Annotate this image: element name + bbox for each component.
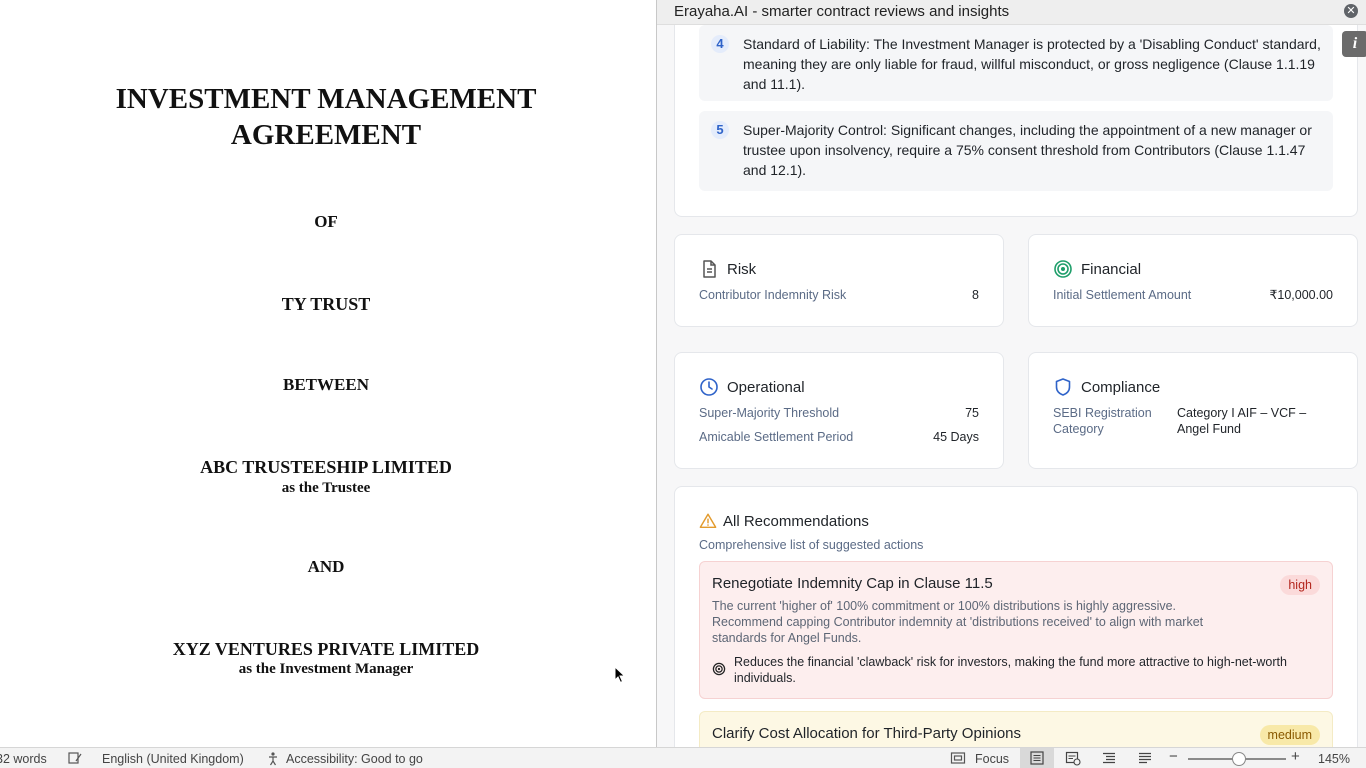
- risk-metric-label: Contributor Indemnity Risk: [699, 288, 847, 302]
- status-bar: 32 words English (United Kingdom) Access…: [0, 747, 1366, 768]
- zoom-out-button[interactable]: −: [1169, 749, 1178, 765]
- document-icon: [703, 260, 716, 278]
- operational-metric-value: 75: [965, 406, 979, 420]
- doc-of: OF: [314, 212, 338, 231]
- recommendations-heading: All Recommendations: [723, 513, 869, 530]
- financial-heading: Financial: [1081, 261, 1142, 278]
- web-layout-icon[interactable]: [1065, 750, 1081, 766]
- risk-heading: Risk: [727, 261, 757, 278]
- key-point-text: Standard of Liability: The Investment Ma…: [743, 36, 1321, 92]
- zoom-level[interactable]: 145%: [1318, 751, 1350, 767]
- focus-mode-button[interactable]: Focus: [975, 751, 1009, 767]
- risk-card: Risk Contributor Indemnity Risk 8: [674, 234, 1004, 327]
- operational-card: Operational Super-Majority Threshold 75 …: [674, 352, 1004, 469]
- recommendation-item[interactable]: Clarify Cost Allocation for Third-Party …: [699, 711, 1333, 747]
- financial-card: Financial Initial Settlement Amount ₹10,…: [1028, 234, 1358, 327]
- recommendation-title: Clarify Cost Allocation for Third-Party …: [712, 725, 1022, 742]
- shield-icon: [1055, 378, 1071, 396]
- doc-trustee-role: as the Trustee: [281, 480, 371, 496]
- recommendation-item[interactable]: Renegotiate Indemnity Cap in Clause 11.5…: [699, 561, 1333, 699]
- financial-metric-value: ₹10,000.00: [1269, 288, 1333, 302]
- print-layout-icon[interactable]: [1029, 750, 1045, 766]
- priority-badge: medium: [1259, 725, 1320, 745]
- close-icon[interactable]: ✕: [1344, 4, 1358, 18]
- financial-metric-label: Initial Settlement Amount: [1053, 288, 1192, 302]
- erayaha-side-panel: 4 Standard of Liability: The Investment …: [657, 0, 1366, 747]
- compliance-heading: Compliance: [1081, 379, 1161, 396]
- panel-title: Erayaha.AI - smarter contract reviews an…: [674, 3, 1010, 20]
- operational-metric-value: 45 Days: [933, 430, 979, 444]
- doc-trustee-name: ABC TRUSTEESHIP LIMITED: [200, 457, 452, 477]
- key-point-item: 4 Standard of Liability: The Investment …: [699, 25, 1333, 101]
- key-point-item: 5 Super-Majority Control: Significant ch…: [699, 111, 1333, 191]
- operational-heading: Operational: [727, 379, 805, 396]
- doc-title-line2: AGREEMENT: [230, 119, 422, 151]
- target-icon: [1054, 260, 1072, 278]
- compliance-metric-value: Category I AIF – VCF – Angel Fund: [1177, 406, 1307, 436]
- doc-between: BETWEEN: [283, 375, 369, 394]
- compliance-card: Compliance SEBI Registration Category Ca…: [1028, 352, 1358, 469]
- recommendation-description: The current 'higher of' 100% commitment …: [712, 599, 1204, 645]
- risk-metric-value: 8: [972, 288, 979, 302]
- recommendation-impact: Reduces the financial 'clawback' risk fo…: [734, 655, 1287, 685]
- compliance-metric-label: SEBI Registration Category: [1053, 406, 1152, 436]
- word-count[interactable]: 32 words: [0, 751, 47, 767]
- zoom-slider-thumb[interactable]: [1232, 752, 1246, 766]
- target-icon: [712, 662, 726, 676]
- doc-manager-name: XYZ VENTURES PRIVATE LIMITED: [172, 639, 480, 659]
- doc-trust-name: TY TRUST: [281, 294, 371, 314]
- key-point-number: 4: [711, 35, 729, 53]
- key-point-text: Super-Majority Control: Significant chan…: [743, 122, 1312, 178]
- priority-badge: high: [1280, 575, 1320, 595]
- doc-title-line1: INVESTMENT MANAGEMENT: [115, 83, 537, 115]
- recommendation-title: Renegotiate Indemnity Cap in Clause 11.5: [712, 575, 993, 592]
- recommendations-card: All Recommendations Comprehensive list o…: [674, 486, 1358, 747]
- clock-icon: [700, 378, 718, 396]
- accessibility-icon[interactable]: [266, 750, 282, 766]
- info-button[interactable]: i: [1342, 31, 1366, 57]
- accessibility-status[interactable]: Accessibility: Good to go: [286, 751, 423, 767]
- zoom-in-button[interactable]: +: [1291, 749, 1300, 765]
- operational-metric-label: Amicable Settlement Period: [699, 430, 854, 444]
- doc-manager-role: as the Investment Manager: [238, 661, 414, 677]
- draft-view-icon[interactable]: [1137, 750, 1153, 766]
- warning-icon: [699, 513, 717, 529]
- doc-and: AND: [307, 557, 345, 576]
- mouse-pointer-icon: [614, 666, 626, 684]
- proofing-icon[interactable]: [67, 750, 83, 766]
- key-point-number: 5: [711, 121, 729, 139]
- focus-icon[interactable]: [950, 750, 966, 766]
- operational-metric-label: Super-Majority Threshold: [699, 406, 840, 420]
- key-points-card: 4 Standard of Liability: The Investment …: [674, 0, 1358, 217]
- document-page[interactable]: INVESTMENT MANAGEMENT AGREEMENT OF TY TR…: [0, 0, 656, 747]
- language-indicator[interactable]: English (United Kingdom): [102, 751, 244, 767]
- panel-header: Erayaha.AI - smarter contract reviews an…: [657, 0, 1366, 25]
- recommendations-subheading: Comprehensive list of suggested actions: [699, 538, 924, 552]
- outline-view-icon[interactable]: [1101, 750, 1117, 766]
